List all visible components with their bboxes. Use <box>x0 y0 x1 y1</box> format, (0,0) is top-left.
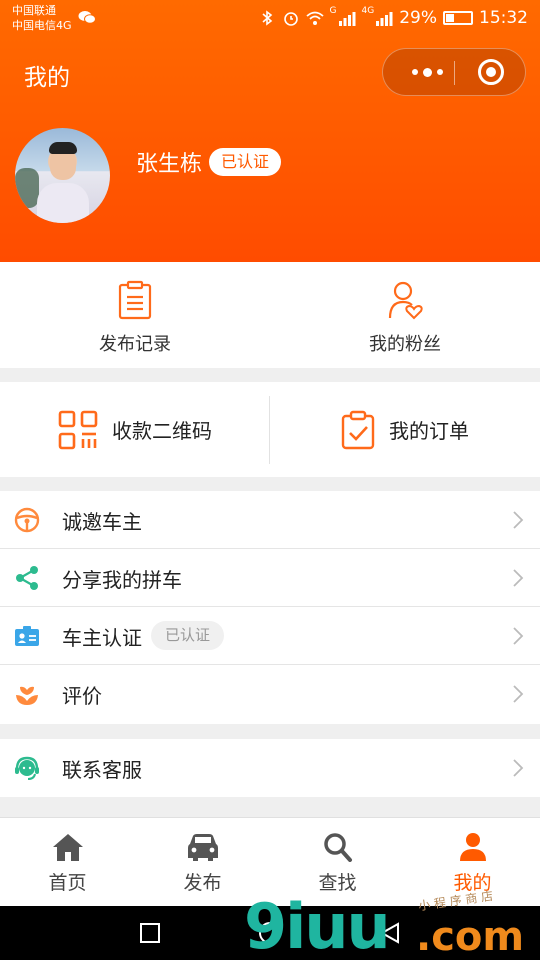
network-badge-2: 4G <box>361 6 375 16</box>
avatar-hair <box>49 142 77 154</box>
chevron-right-icon <box>513 685 524 703</box>
clipboard-check-icon <box>341 410 375 449</box>
recent-apps-icon[interactable] <box>138 921 162 945</box>
payment-qr-label: 收款二维码 <box>112 419 212 443</box>
tab-label: 发布 <box>183 872 222 894</box>
menu-list: 诚邀车主 分享我的拼车 车主认证 已认证 评价 <box>0 491 540 724</box>
bottom-tab-bar: 首页 发布 查找 我的 <box>0 817 540 906</box>
more-options-button[interactable] <box>401 49 453 95</box>
tab-publish[interactable]: 发布 <box>135 818 270 907</box>
more-dot-icon <box>411 69 418 75</box>
tab-label: 首页 <box>48 872 87 894</box>
tab-home[interactable]: 首页 <box>0 818 135 907</box>
page-title: 我的 <box>24 65 70 91</box>
chevron-right-icon <box>513 627 524 645</box>
status-bar: 中国联通 中国电信4G G 4G 29% 15:32 <box>0 0 540 38</box>
payment-actions: 收款二维码 我的订单 <box>0 382 540 477</box>
more-dot-icon <box>436 69 443 75</box>
document-list-icon <box>118 280 152 320</box>
list-item-label: 评价 <box>62 684 102 708</box>
list-item-customer-service[interactable]: 联系客服 <box>0 739 540 797</box>
share-icon <box>16 566 38 590</box>
list-item-share-carpool[interactable]: 分享我的拼车 <box>0 549 540 607</box>
battery-percent: 29% <box>399 8 437 28</box>
qr-code-icon <box>58 410 98 449</box>
list-item-invite-drivers[interactable]: 诚邀车主 <box>0 491 540 549</box>
home-nav-icon[interactable] <box>258 921 282 945</box>
signal-icon <box>338 12 355 26</box>
steering-wheel-icon <box>14 507 40 533</box>
list-item-reviews[interactable]: 评价 <box>0 665 540 723</box>
system-nav-bar <box>0 906 540 960</box>
avatar-background <box>15 168 39 208</box>
chevron-right-icon <box>513 569 524 587</box>
alarm-icon <box>283 12 298 26</box>
battery-icon <box>443 11 473 25</box>
headset-icon <box>15 756 39 780</box>
carrier-1: 中国联通 <box>12 4 56 17</box>
chevron-right-icon <box>513 511 524 529</box>
id-card-icon <box>15 626 39 646</box>
car-icon <box>188 834 218 861</box>
carrier-info: 中国联通 中国电信4G <box>12 3 72 33</box>
my-orders-label: 我的订单 <box>389 419 469 443</box>
avatar-body <box>37 183 89 223</box>
home-icon <box>53 834 83 861</box>
wifi-icon <box>305 11 324 25</box>
flower-icon <box>16 686 38 705</box>
back-nav-icon[interactable] <box>378 921 402 945</box>
my-fans-button[interactable]: 我的粉丝 <box>270 262 540 368</box>
capsule-divider <box>454 61 455 85</box>
close-miniprogram-icon[interactable] <box>478 59 504 85</box>
my-fans-label: 我的粉丝 <box>369 334 441 355</box>
list-item-label: 联系客服 <box>62 758 142 782</box>
customer-service-section: 联系客服 <box>0 739 540 797</box>
list-item-label: 诚邀车主 <box>62 510 142 534</box>
tab-search[interactable]: 查找 <box>270 818 405 907</box>
tab-mine[interactable]: 我的 <box>405 818 540 907</box>
person-icon <box>460 833 486 861</box>
network-badge-1: G <box>329 6 337 16</box>
tab-label: 查找 <box>318 872 357 894</box>
verification-status-badge: 已认证 <box>151 621 225 650</box>
list-item-driver-verification[interactable]: 车主认证 已认证 <box>0 607 540 665</box>
clock: 15:32 <box>479 8 528 28</box>
payment-qr-button[interactable]: 收款二维码 <box>0 382 270 477</box>
search-icon <box>324 833 352 862</box>
wechat-icon <box>78 11 96 24</box>
avatar[interactable] <box>15 128 110 223</box>
miniprogram-capsule[interactable] <box>382 48 526 96</box>
my-orders-button[interactable]: 我的订单 <box>270 382 540 477</box>
signal-icon-2 <box>376 12 393 26</box>
user-name: 张生栋 <box>136 152 203 177</box>
tab-label: 我的 <box>453 872 492 894</box>
more-dot-icon <box>422 67 432 77</box>
verified-badge: 已认证 <box>209 148 282 176</box>
list-item-label: 分享我的拼车 <box>62 568 182 592</box>
carrier-2: 中国电信4G <box>12 19 72 32</box>
quick-actions: 发布记录 我的粉丝 <box>0 262 540 368</box>
publish-records-button[interactable]: 发布记录 <box>0 262 270 368</box>
publish-records-label: 发布记录 <box>99 334 171 355</box>
status-indicators: G 4G 29% 15:32 <box>258 6 528 30</box>
user-heart-icon <box>388 281 423 320</box>
list-item-label: 车主认证 <box>62 626 142 650</box>
chevron-right-icon <box>513 759 524 777</box>
bluetooth-icon <box>261 10 272 26</box>
